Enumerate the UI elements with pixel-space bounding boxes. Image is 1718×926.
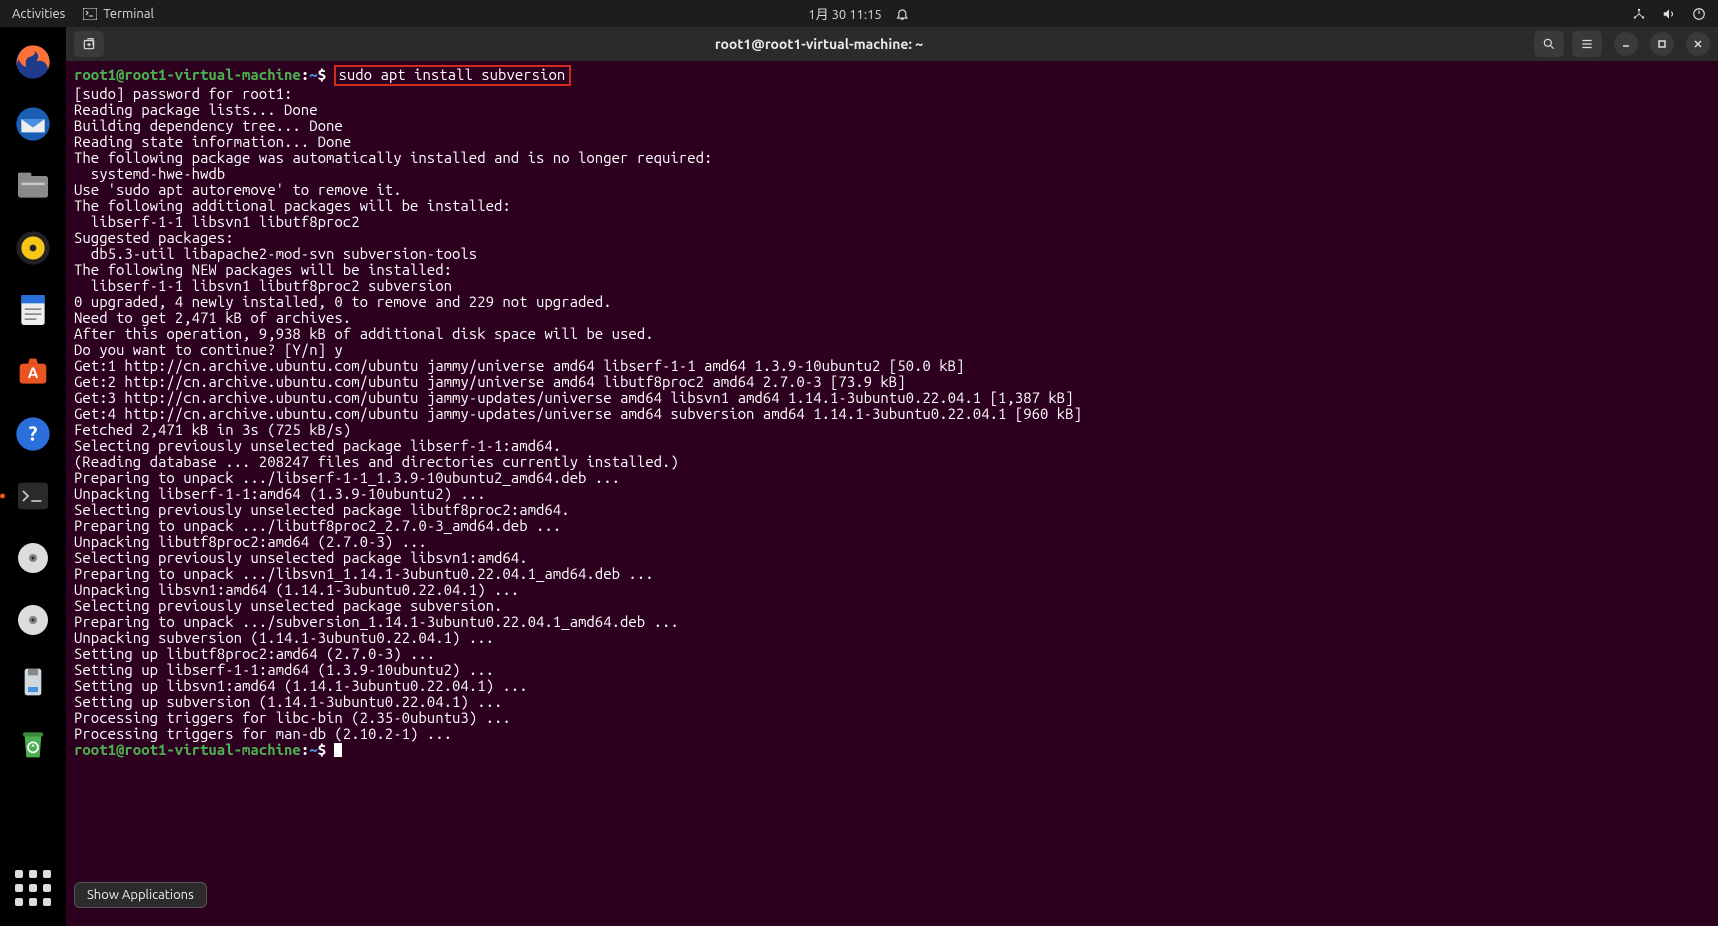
- maximize-button[interactable]: [1650, 32, 1674, 56]
- dock-firefox[interactable]: [8, 37, 58, 87]
- terminal-small-icon: [83, 8, 97, 20]
- svg-text:?: ?: [29, 422, 38, 445]
- dock-rhythmbox[interactable]: [8, 223, 58, 273]
- cursor: [334, 743, 342, 757]
- topbar-clock[interactable]: 1月 30 11:15: [808, 4, 909, 23]
- command-highlight: sudo apt install subversion: [334, 65, 571, 86]
- show-applications-tooltip: Show Applications: [74, 882, 207, 908]
- topbar-app-name: Terminal: [103, 7, 154, 21]
- volume-icon: [1662, 7, 1676, 21]
- prompt-path: ~: [309, 66, 317, 83]
- prompt-symbol: $: [318, 66, 326, 83]
- dock-usb[interactable]: [8, 657, 58, 707]
- activities-button[interactable]: Activities: [12, 7, 65, 21]
- terminal-output: [sudo] password for root1: Reading packa…: [74, 85, 1082, 742]
- dock-files[interactable]: [8, 161, 58, 211]
- dock-thunderbird[interactable]: [8, 99, 58, 149]
- dock: A ?: [0, 27, 66, 926]
- minimize-button[interactable]: [1614, 32, 1638, 56]
- prompt-user-2: root1@root1-virtual-machine: [74, 741, 301, 758]
- clock-text: 1月 30 11:15: [808, 4, 881, 23]
- svg-text:A: A: [28, 364, 39, 381]
- dock-disc-2[interactable]: [8, 595, 58, 645]
- show-applications-button[interactable]: [9, 864, 57, 912]
- dock-writer[interactable]: [8, 285, 58, 335]
- dock-help[interactable]: ?: [8, 409, 58, 459]
- window-title: root1@root1-virtual-machine: ~: [112, 36, 1526, 52]
- dock-terminal[interactable]: [8, 471, 58, 521]
- dock-trash[interactable]: [8, 719, 58, 769]
- dock-software[interactable]: A: [8, 347, 58, 397]
- bell-icon: [896, 7, 910, 21]
- prompt-sep: :: [301, 66, 309, 83]
- window-titlebar: root1@root1-virtual-machine: ~: [66, 27, 1718, 61]
- gnome-topbar: Activities Terminal 1月 30 11:15: [0, 0, 1718, 27]
- prompt-user: root1@root1-virtual-machine: [74, 66, 301, 83]
- terminal-body[interactable]: root1@root1-virtual-machine:~$ sudo apt …: [66, 61, 1718, 926]
- dock-disc-1[interactable]: [8, 533, 58, 583]
- search-button[interactable]: [1534, 31, 1564, 57]
- close-button[interactable]: [1686, 32, 1710, 56]
- topbar-app-menu[interactable]: Terminal: [83, 7, 154, 21]
- network-icon: [1632, 7, 1646, 21]
- terminal-window: root1@root1-virtual-machine: ~ root1@roo…: [66, 27, 1718, 926]
- hamburger-menu-button[interactable]: [1572, 31, 1602, 57]
- topbar-system-menu[interactable]: [1632, 7, 1706, 21]
- power-icon: [1692, 7, 1706, 21]
- new-tab-button[interactable]: [74, 31, 104, 57]
